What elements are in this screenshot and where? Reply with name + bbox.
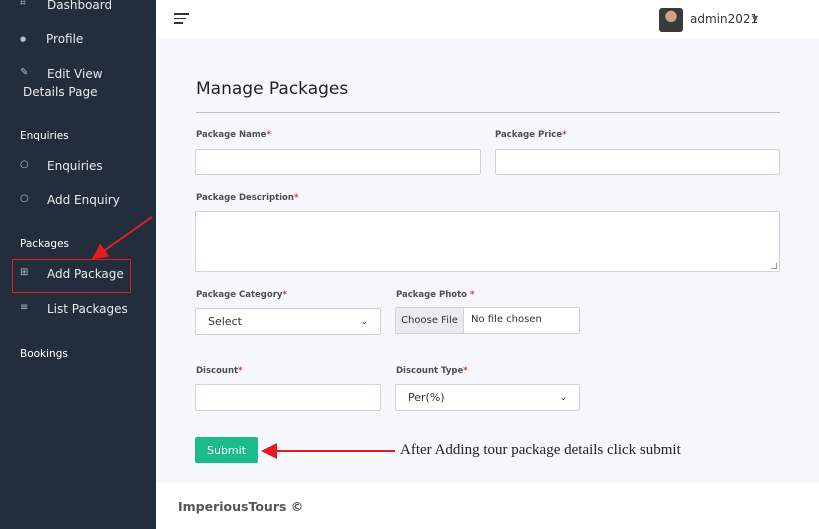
annotation-arrows <box>91 216 395 459</box>
arrow-to-add-package <box>91 216 153 260</box>
